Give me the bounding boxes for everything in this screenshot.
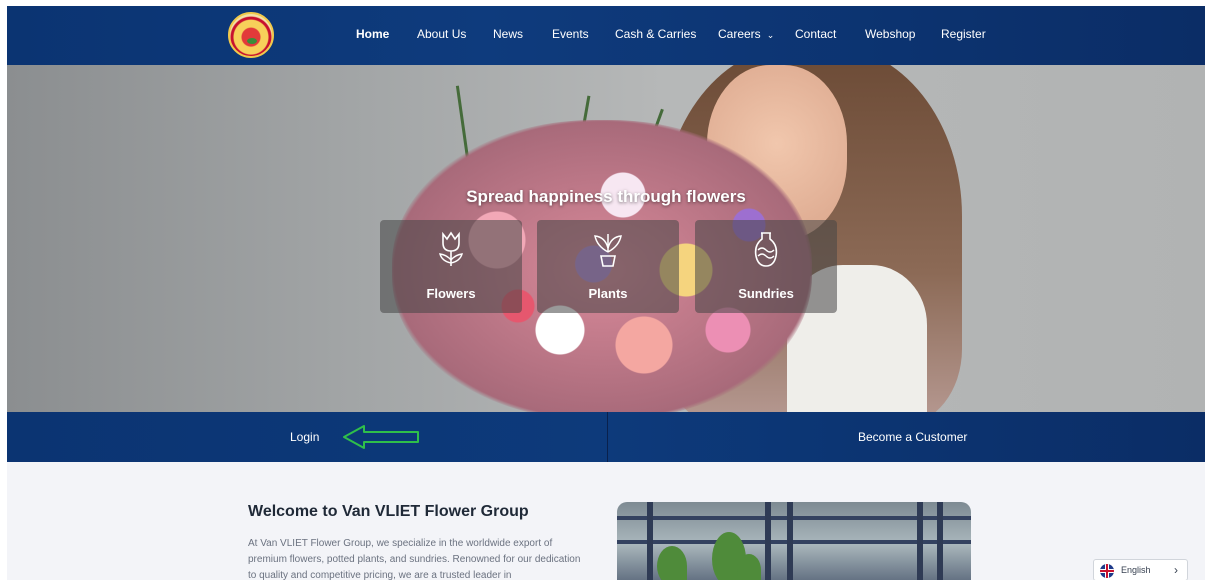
category-label: Flowers — [426, 286, 476, 301]
nav-events[interactable]: Events — [552, 27, 589, 41]
nav-about-us[interactable]: About Us — [417, 27, 466, 41]
hero-title: Spread happiness through flowers — [466, 187, 746, 206]
action-divider — [607, 412, 608, 462]
chevron-right-icon: › — [1174, 563, 1178, 577]
nav-cash-and-carries[interactable]: Cash & Carries — [615, 27, 696, 41]
image-beam — [937, 502, 943, 580]
logo-leaf — [247, 38, 257, 44]
image-beam — [647, 502, 653, 580]
nav-careers-label: Careers — [718, 27, 761, 41]
image-plant — [737, 554, 761, 580]
potted-plant-icon — [594, 234, 622, 267]
category-label: Plants — [588, 286, 628, 301]
chevron-down-icon: ⌄ — [766, 30, 775, 40]
annotation-arrow-icon — [343, 425, 419, 449]
page: Home About Us News Events Cash & Carries… — [7, 6, 1205, 580]
login-link[interactable]: Login — [290, 430, 319, 444]
flag-cross — [1100, 570, 1114, 572]
language-label: English — [1121, 565, 1151, 575]
become-customer-link[interactable]: Become a Customer — [858, 430, 967, 444]
nav-contact[interactable]: Contact — [795, 27, 836, 41]
image-beam — [917, 502, 923, 580]
hero-banner: Spread happiness through flowers Flowers… — [7, 65, 1205, 412]
nav-webshop[interactable]: Webshop — [865, 27, 915, 41]
vase-icon — [754, 232, 778, 267]
category-card-flowers[interactable]: Flowers — [380, 220, 522, 313]
nav-news[interactable]: News — [493, 27, 523, 41]
image-plant — [657, 546, 687, 580]
nav-home[interactable]: Home — [356, 27, 389, 41]
uk-flag-icon — [1100, 564, 1114, 578]
nav-register[interactable]: Register — [941, 27, 986, 41]
welcome-title: Welcome to Van VLIET Flower Group — [248, 503, 529, 520]
van-vliet-logo[interactable] — [228, 12, 274, 58]
category-label: Sundries — [738, 286, 794, 301]
welcome-text: At Van VLIET Flower Group, we specialize… — [248, 538, 581, 580]
language-selector[interactable]: English › — [1093, 559, 1188, 580]
image-beam — [765, 502, 771, 580]
category-card-sundries[interactable]: Sundries — [695, 220, 837, 313]
nav-careers[interactable]: Careers ⌄ — [718, 27, 774, 41]
action-bar: Login Become a Customer — [7, 412, 1205, 462]
greenhouse-image — [617, 502, 971, 580]
category-card-plants[interactable]: Plants — [537, 220, 679, 313]
tulip-icon — [439, 231, 463, 266]
image-beam — [787, 502, 793, 580]
site-header: Home About Us News Events Cash & Carries… — [7, 6, 1205, 65]
